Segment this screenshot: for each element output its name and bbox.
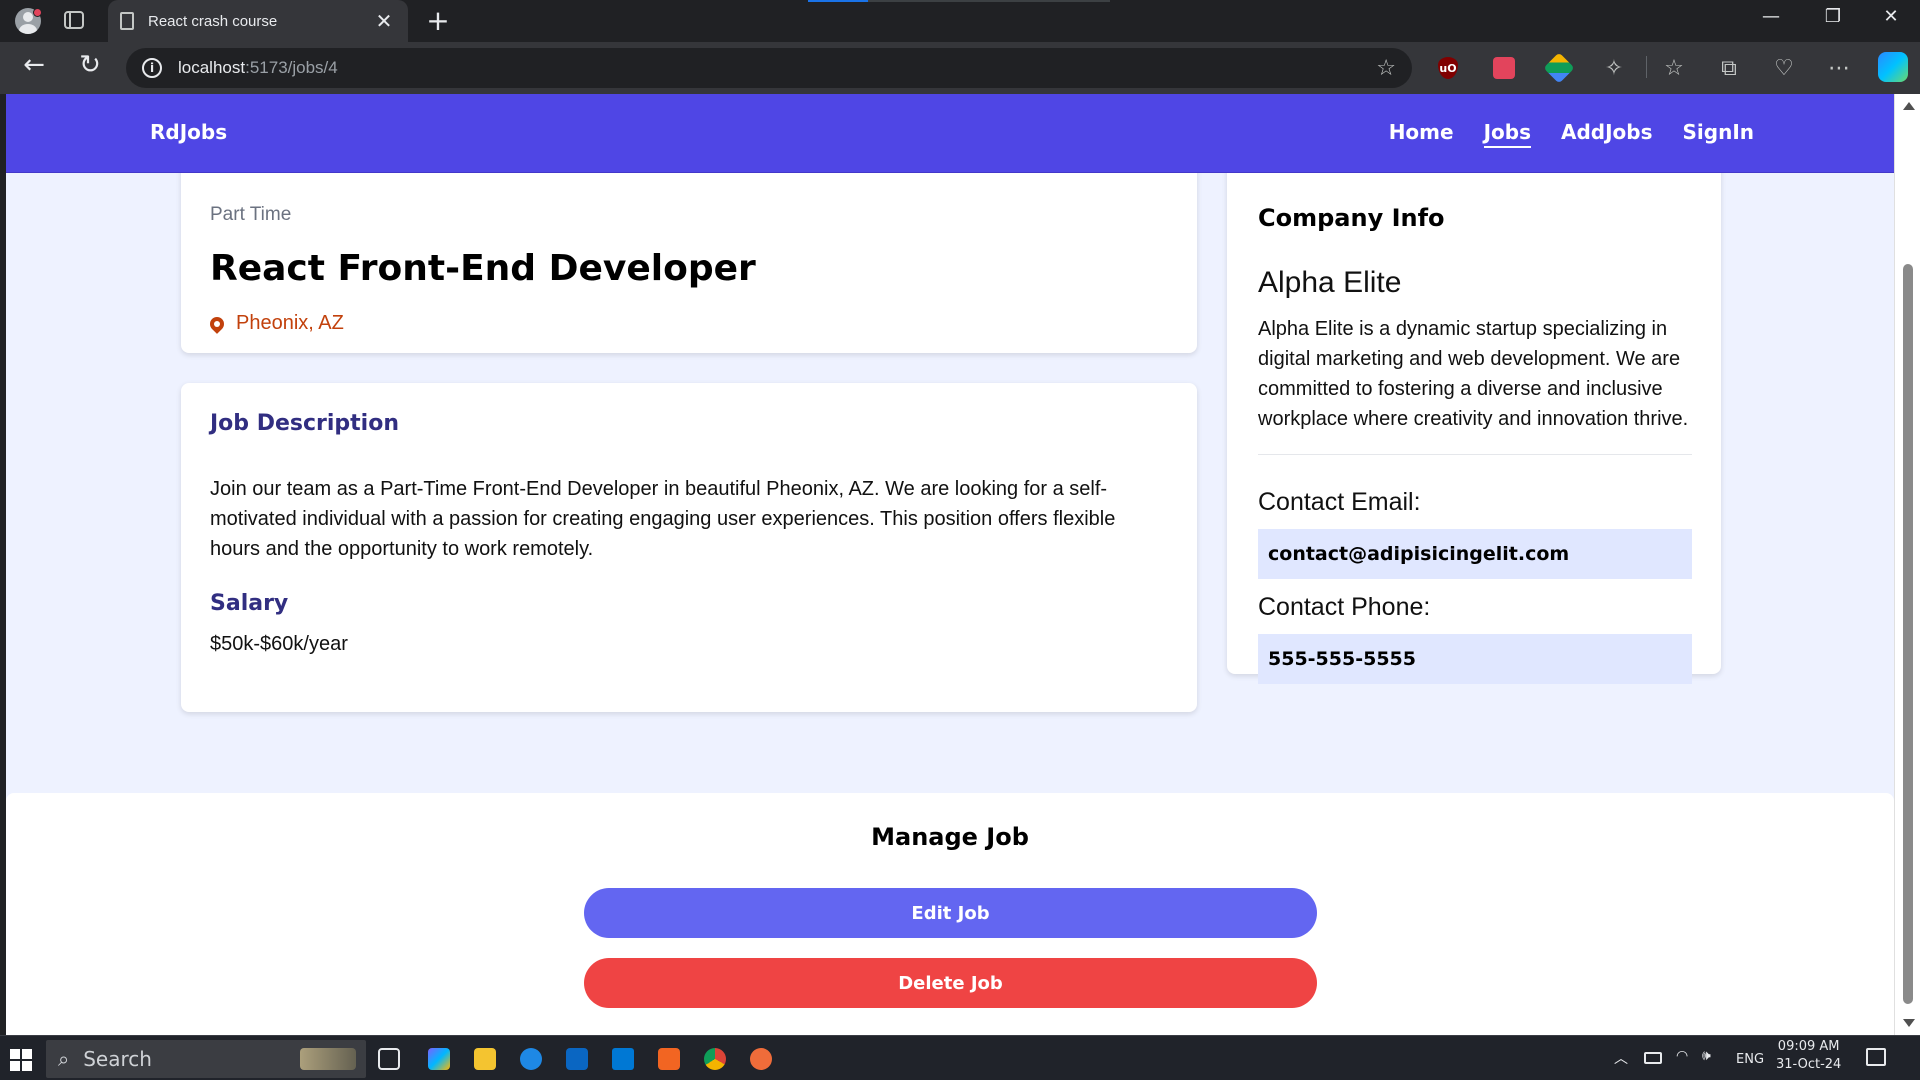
tab-title: React crash course — [148, 12, 278, 30]
clock-date: 31-Oct-24 — [1776, 1057, 1842, 1072]
puzzle-extensions-icon[interactable]: ✧ — [1600, 54, 1628, 82]
favorite-star-icon[interactable]: ☆ — [1376, 56, 1396, 81]
sublime-icon[interactable] — [658, 1048, 680, 1070]
nav-signin[interactable]: SignIn — [1683, 120, 1755, 148]
browser-tab[interactable]: React crash course ✕ — [108, 0, 408, 42]
green-extension-icon[interactable] — [1543, 52, 1575, 84]
windows-start-icon[interactable] — [10, 1049, 32, 1071]
company-name: Alpha Elite — [1258, 266, 1402, 299]
tray-chevron-icon[interactable]: ︿ — [1614, 1048, 1628, 1068]
manage-job-heading: Manage Job — [871, 823, 1029, 851]
more-options-icon[interactable]: ⋯ — [1825, 54, 1853, 82]
address-url[interactable]: localhost:5173/jobs/4 — [178, 58, 1376, 78]
minimize-button[interactable]: — — [1756, 6, 1786, 27]
job-location: Pheonix, AZ — [207, 312, 344, 335]
page-viewport: RdJobs Home Jobs AddJobs SignIn Part Tim… — [6, 94, 1894, 1035]
postman-icon[interactable] — [750, 1048, 772, 1070]
search-icon: ⌕ — [58, 1047, 70, 1071]
battery-icon[interactable] — [1644, 1052, 1662, 1064]
page-document-icon — [120, 12, 134, 30]
notification-center-icon[interactable] — [1866, 1048, 1886, 1066]
tab-actions-icon[interactable] — [64, 11, 84, 29]
url-host: localhost — [178, 58, 246, 77]
browser-tabstrip: React crash course ✕ + — ❐ ✕ — [0, 0, 1920, 42]
site-navbar: RdJobs Home Jobs AddJobs SignIn — [6, 94, 1894, 173]
salary-value: $50k-$60k/year — [210, 633, 348, 655]
company-divider — [1258, 454, 1692, 455]
scroll-down-icon[interactable] — [1903, 1019, 1915, 1027]
nav-addjobs[interactable]: AddJobs — [1561, 120, 1653, 148]
edit-job-button[interactable]: Edit Job — [584, 888, 1317, 938]
tabstrip-divider — [868, 0, 1110, 2]
nav-home[interactable]: Home — [1389, 120, 1454, 148]
search-placeholder: Search — [83, 1047, 152, 1071]
browser-toolbar: ← ↻ i localhost:5173/jobs/4 ☆ uO ✧ ☆ ⧉ ♡… — [0, 42, 1920, 94]
company-info-card: Company Info Alpha Elite Alpha Elite is … — [1227, 134, 1721, 684]
language-indicator[interactable]: ENG — [1736, 1052, 1764, 1067]
restore-button[interactable]: ❐ — [1818, 6, 1848, 27]
favorites-icon[interactable]: ☆ — [1660, 54, 1688, 82]
red-extension-icon[interactable] — [1493, 57, 1515, 79]
nav-links: Home Jobs AddJobs SignIn — [1389, 120, 1754, 148]
copilot-icon[interactable] — [1878, 52, 1908, 82]
site-info-icon[interactable]: i — [142, 58, 162, 78]
volume-icon[interactable]: 🕪 — [1702, 1048, 1711, 1064]
brand-logo-text[interactable]: RdJobs — [150, 120, 227, 144]
clock-time: 09:09 AM — [1777, 1039, 1840, 1054]
search-highlight-image — [300, 1048, 356, 1070]
ublock-origin-icon[interactable]: uO — [1438, 57, 1458, 79]
job-title: React Front-End Developer — [210, 248, 756, 289]
address-bar[interactable]: i localhost:5173/jobs/4 ☆ — [126, 48, 1412, 88]
job-description-text: Join our team as a Part-Time Front-End D… — [210, 478, 1116, 560]
job-location-text: Pheonix, AZ — [236, 312, 344, 334]
wifi-icon[interactable]: ◠ — [1676, 1048, 1688, 1064]
scroll-up-icon[interactable] — [1903, 102, 1915, 110]
file-explorer-icon[interactable] — [474, 1048, 496, 1070]
linkedin-icon[interactable] — [566, 1048, 588, 1070]
windows-taskbar: ⌕ Search ︿ ◠ 🕪 ENG 09:09 AM 31-Oct-24 — [0, 1035, 1920, 1080]
nav-jobs[interactable]: Jobs — [1483, 120, 1531, 148]
job-type: Part Time — [210, 204, 292, 225]
company-description: Alpha Elite is a dynamic startup special… — [1258, 318, 1689, 430]
taskbar-clock[interactable]: 09:09 AM 31-Oct-24 — [1776, 1038, 1841, 1074]
scrollbar-thumb[interactable] — [1903, 264, 1913, 1004]
page-scrollbar[interactable] — [1894, 94, 1920, 1035]
contact-email-value: contact@adipisicingelit.com — [1258, 529, 1692, 579]
edge-icon[interactable] — [520, 1048, 542, 1070]
profile-avatar-button[interactable] — [12, 8, 44, 34]
toolbar-separator — [1646, 56, 1647, 78]
job-description-heading: Job Description — [210, 411, 399, 436]
manage-job-section: Manage Job Edit Job Delete Job — [6, 793, 1894, 1035]
url-path: :5173/jobs/4 — [245, 58, 338, 77]
window-close-button[interactable]: ✕ — [1876, 6, 1906, 27]
company-info-heading: Company Info — [1258, 204, 1445, 232]
contact-phone-value: 555-555-5555 — [1258, 634, 1692, 684]
profile-notification-dot — [33, 8, 42, 17]
back-icon[interactable]: ← — [16, 50, 52, 80]
browser-essentials-icon[interactable]: ♡ — [1770, 54, 1798, 82]
job-description-card: Job Description Join our team as a Part-… — [181, 383, 1197, 712]
new-tab-button[interactable]: + — [422, 4, 454, 37]
delete-job-button[interactable]: Delete Job — [584, 958, 1317, 1008]
task-view-icon[interactable] — [378, 1048, 400, 1070]
tab-loading-indicator — [808, 0, 868, 2]
salary-heading: Salary — [210, 591, 289, 616]
copilot-taskbar-icon[interactable] — [428, 1048, 450, 1070]
vscode-icon[interactable] — [612, 1048, 634, 1070]
map-pin-icon — [207, 313, 227, 334]
chrome-icon[interactable] — [704, 1048, 726, 1070]
collections-icon[interactable]: ⧉ — [1715, 54, 1743, 82]
contact-phone-label: Contact Phone: — [1258, 593, 1431, 621]
tab-close-icon[interactable]: ✕ — [372, 9, 396, 33]
contact-email-label: Contact Email: — [1258, 488, 1421, 516]
reload-icon[interactable]: ↻ — [72, 50, 108, 80]
